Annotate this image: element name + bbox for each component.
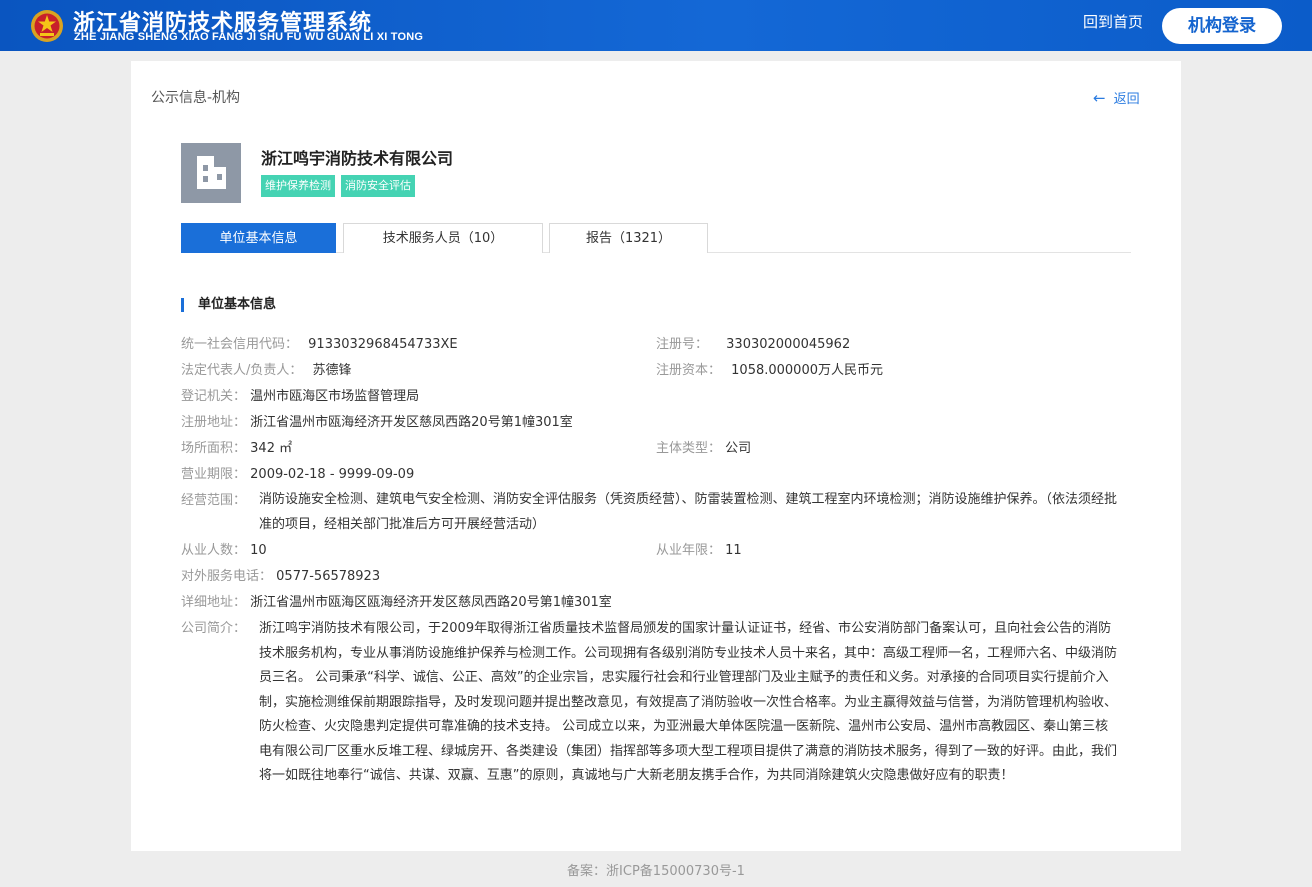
field-label: 注册地址：: [181, 415, 247, 430]
phone-row: 对外服务电话： 0577-56578923: [181, 568, 380, 586]
entity-type-value: 公司: [725, 441, 752, 456]
field-label: 营业期限：: [181, 467, 247, 482]
reg-address-row: 注册地址： 浙江省温州市瓯海经济开发区慈凤西路20号第1幢301室: [181, 414, 573, 432]
back-button[interactable]: ← 返回: [1093, 88, 1140, 107]
tab-bar: 单位基本信息 技术服务人员（10） 报告（1321）: [181, 223, 1131, 253]
business-term-row: 营业期限： 2009-02-18 - 9999-09-09: [181, 466, 414, 484]
building-icon: [197, 156, 226, 189]
employees-value: 10: [250, 543, 267, 558]
field-label: 场所面积：: [181, 441, 247, 456]
top-header: 浙江省消防技术服务管理系统 ZHE JIANG SHENG XIAO FANG …: [0, 0, 1312, 51]
system-title-pinyin: ZHE JIANG SHENG XIAO FANG JI SHU FU WU G…: [74, 31, 424, 43]
scope-row: 经营范围：: [181, 492, 246, 510]
qualification-tag: 维护保养检测: [261, 175, 335, 197]
years-value: 11: [725, 543, 742, 558]
legal-rep-row: 法定代表人/负责人： 苏德锋: [181, 362, 352, 380]
field-label: 注册号：: [656, 337, 709, 352]
field-label: 经营范围：: [181, 493, 247, 508]
years-row: 从业年限： 11: [656, 542, 742, 560]
field-label: 法定代表人/负责人：: [181, 363, 303, 378]
field-label: 注册资本：: [656, 363, 722, 378]
back-label: 返回: [1113, 92, 1140, 107]
field-label: 从业年限：: [656, 543, 722, 558]
tab-basic-info[interactable]: 单位基本信息: [181, 223, 336, 253]
phone-value: 0577-56578923: [276, 569, 381, 584]
field-label: 对外服务电话：: [181, 569, 273, 584]
intro-value: 浙江鸣宇消防技术有限公司，于2009年取得浙江省质量技术监督局颁发的国家计量认证…: [259, 621, 1118, 783]
credit-code-value: 9133032968454733XE: [308, 337, 458, 352]
reg-capital-value: 1058.000000万人民币元: [731, 363, 883, 378]
address-row: 详细地址： 浙江省温州市瓯海区瓯海经济开发区慈凤西路20号第1幢301室: [181, 594, 612, 612]
reg-no-row: 注册号： 330302000045962: [656, 336, 850, 354]
area-row: 场所面积： 342 ㎡: [181, 440, 292, 458]
icp-footer: 备案：浙ICP备15000730号-1: [567, 864, 745, 879]
field-label: 主体类型：: [656, 441, 722, 456]
credit-code-row: 统一社会信用代码： 9133032968454733XE: [181, 336, 458, 354]
reg-authority-value: 温州市瓯海区市场监督管理局: [250, 389, 420, 404]
entity-type-row: 主体类型： 公司: [656, 440, 751, 458]
reg-authority-row: 登记机关： 温州市瓯海区市场监督管理局: [181, 388, 419, 406]
field-label: 从业人数：: [181, 543, 247, 558]
reg-address-value: 浙江省温州市瓯海经济开发区慈凤西路20号第1幢301室: [250, 415, 573, 430]
field-label: 公司简介：: [181, 621, 247, 636]
company-tags: 维护保养检测 消防安全评估: [261, 175, 415, 197]
section-title: 单位基本信息: [181, 298, 276, 312]
business-term-value: 2009-02-18 - 9999-09-09: [250, 467, 415, 482]
area-value: 342 ㎡: [250, 441, 293, 456]
employees-row: 从业人数： 10: [181, 542, 267, 560]
scope-value: 消防设施安全检测、建筑电气安全检测、消防安全评估服务（凭资质经营）、防雷装置检测…: [259, 492, 1118, 532]
fire-emblem-icon: [31, 10, 63, 42]
qualification-tag: 消防安全评估: [341, 175, 415, 197]
home-link[interactable]: 回到首页: [1083, 11, 1143, 32]
field-label: 统一社会信用代码：: [181, 337, 299, 352]
content-card: 公示信息-机构 ← 返回 浙江鸣宇消防技术有限公司 维护保养检测 消防安全评估 单…: [131, 61, 1181, 851]
company-logo: [181, 143, 241, 203]
reg-capital-row: 注册资本： 1058.000000万人民币元: [656, 362, 883, 380]
address-value: 浙江省温州市瓯海区瓯海经济开发区慈凤西路20号第1幢301室: [250, 595, 612, 610]
field-label: 详细地址：: [181, 595, 247, 610]
intro-row: 公司简介：: [181, 620, 246, 638]
reg-no-value: 330302000045962: [726, 337, 851, 352]
field-label: 登记机关：: [181, 389, 247, 404]
tab-reports[interactable]: 报告（1321）: [549, 223, 708, 253]
company-name: 浙江鸣宇消防技术有限公司: [261, 149, 454, 168]
org-login-button[interactable]: 机构登录: [1162, 8, 1282, 44]
arrow-left-icon: ←: [1093, 89, 1106, 107]
tab-technical-staff[interactable]: 技术服务人员（10）: [343, 223, 543, 253]
legal-rep-value: 苏德锋: [312, 363, 352, 378]
breadcrumb: 公示信息-机构: [151, 90, 241, 106]
